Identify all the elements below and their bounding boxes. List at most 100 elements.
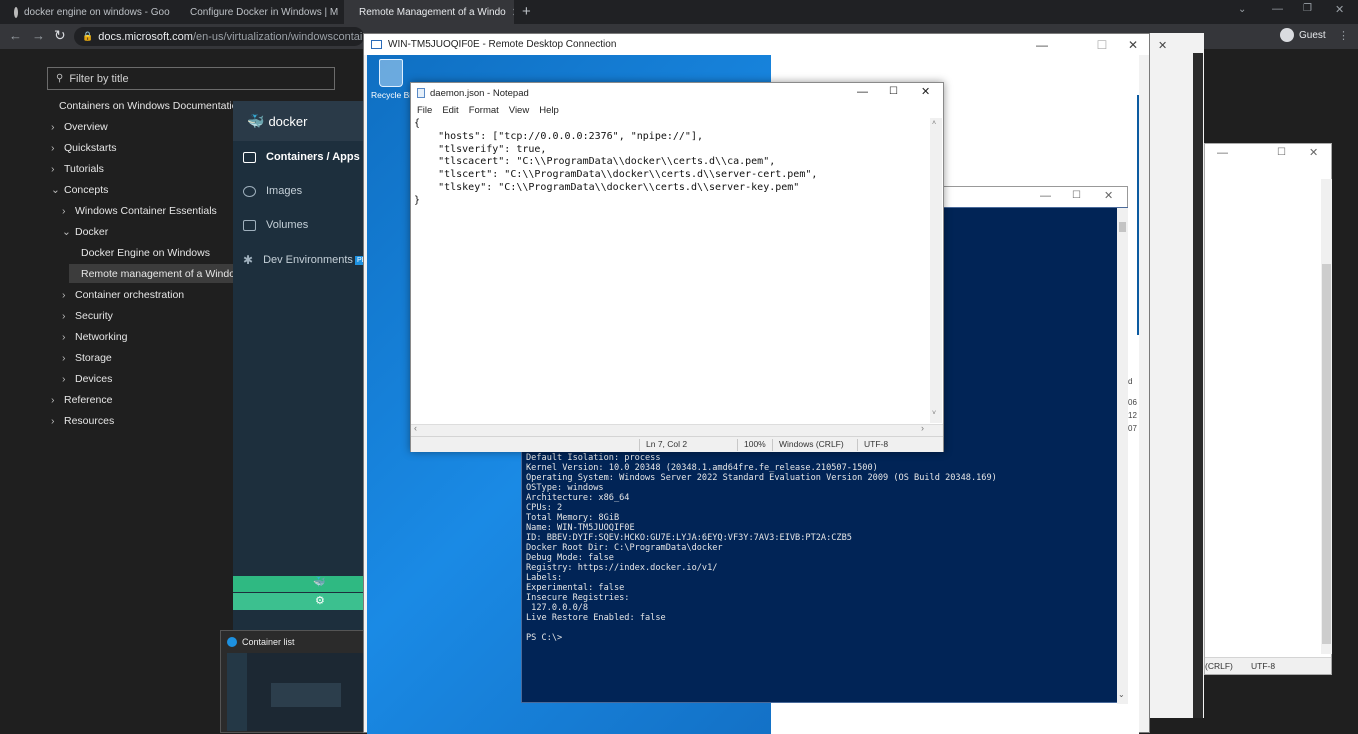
toc-item[interactable]: › Security xyxy=(62,310,113,322)
scrollbar[interactable] xyxy=(1193,53,1203,718)
toc-label: Windows Container Essentials xyxy=(75,205,217,217)
scroll-up-icon[interactable]: ˄ xyxy=(932,120,936,127)
scroll-down-icon[interactable]: ˅ xyxy=(932,410,936,417)
thumbnail-title: Container list xyxy=(227,637,295,647)
docker-nav-dev-environments[interactable]: ✱ Dev Environments PE xyxy=(243,253,369,267)
status-encoding: UTF-8 xyxy=(1251,661,1276,671)
google-icon xyxy=(14,6,18,18)
minimize-icon[interactable]: — xyxy=(1027,34,1057,55)
back-icon[interactable]: ← xyxy=(9,28,22,43)
scroll-left-icon[interactable]: ‹ xyxy=(414,423,417,433)
url-path: /en-us/virtualization/windowscontainers/ xyxy=(192,30,364,43)
status-bar: (CRLF) UTF-8 xyxy=(1205,657,1331,674)
scrollbar[interactable] xyxy=(1321,179,1332,654)
reload-icon[interactable]: ↻ xyxy=(54,27,66,44)
ps-line: Architecture: x86_64 xyxy=(526,493,630,503)
maximize-icon[interactable]: ☐ xyxy=(889,86,898,97)
docker-whale-icon: 🐳 xyxy=(247,113,265,129)
toc-item[interactable]: Remote management of a Windows xyxy=(81,268,248,280)
docker-logo: 🐳 docker xyxy=(247,113,307,130)
docker-settings-bar[interactable]: ⚙ xyxy=(233,593,365,610)
toc-item[interactable]: › Reference xyxy=(51,394,112,406)
toc-item[interactable]: › Container orchestration xyxy=(62,289,184,301)
recycle-bin[interactable]: Recycle Bin xyxy=(371,59,416,100)
docker-nav-containers[interactable]: Containers / Apps xyxy=(243,151,360,163)
horizontal-scrollbar[interactable]: ‹ › xyxy=(411,423,943,436)
browser-tab-remote-management[interactable]: Remote Management of a Windo ✕ xyxy=(344,0,514,24)
scroll-right-icon[interactable]: › xyxy=(921,423,924,433)
close-icon[interactable]: ✕ xyxy=(921,85,930,98)
profile-button[interactable]: Guest xyxy=(1280,28,1326,42)
chevron-icon: › xyxy=(62,289,66,301)
recycle-bin-label: Recycle Bin xyxy=(371,90,416,100)
menu-file[interactable]: File xyxy=(417,105,432,116)
scrollbar-thumb[interactable] xyxy=(1119,222,1126,232)
chevron-icon: › xyxy=(62,352,66,364)
chevron-icon: › xyxy=(62,373,66,385)
toc-item[interactable]: › Storage xyxy=(62,352,112,364)
ps-line: Operating System: Windows Server 2022 St… xyxy=(526,473,997,483)
ps-line: Total Memory: 8GiB xyxy=(526,513,620,523)
tab-title: Remote Management of a Windo xyxy=(359,6,506,18)
notepad-text-area[interactable]: { "hosts": ["tcp://0.0.0.0:2376", "npipe… xyxy=(414,118,936,418)
containers-icon xyxy=(243,151,256,163)
close-icon[interactable]: ✕ xyxy=(1309,146,1318,159)
ps-scrollbar[interactable]: ⌄ xyxy=(1117,208,1128,704)
menu-edit[interactable]: Edit xyxy=(442,105,458,116)
scrollbar-thumb[interactable] xyxy=(1322,264,1331,644)
toc-item[interactable]: Docker Engine on Windows xyxy=(81,247,210,259)
toc-item[interactable]: › Devices xyxy=(62,373,112,385)
tab-title: Configure Docker in Windows | M xyxy=(190,6,339,18)
close-icon[interactable]: ✕ xyxy=(1118,34,1148,55)
minimize-icon[interactable]: — xyxy=(857,86,868,98)
notepad-line: "tlscert": "C:\\ProgramData\\docker\\cer… xyxy=(414,169,818,181)
filter-icon: ⚲ xyxy=(56,73,64,84)
restore-icon[interactable]: ❐ xyxy=(1303,3,1312,14)
menu-format[interactable]: Format xyxy=(469,105,499,116)
docker-nav-images[interactable]: Images xyxy=(243,185,302,197)
toc-item[interactable]: › Resources xyxy=(51,415,114,427)
toc-item[interactable]: ⌄ Concepts xyxy=(51,184,108,196)
filter-input[interactable]: ⚲ Filter by title xyxy=(47,67,335,90)
maximize-icon[interactable]: ☐ xyxy=(1087,34,1117,55)
scroll-down-icon[interactable]: ⌄ xyxy=(1118,690,1125,699)
browser-tab-configure-docker[interactable]: Configure Docker in Windows | M ✕ xyxy=(175,0,341,24)
forward-icon[interactable]: → xyxy=(32,28,45,43)
minimize-icon[interactable]: — xyxy=(1217,147,1228,159)
menu-view[interactable]: View xyxy=(509,105,529,116)
close-icon[interactable]: ✕ xyxy=(1104,189,1113,202)
ps-line: Default Isolation: process xyxy=(526,453,661,463)
taskbar-thumbnail[interactable]: Container list xyxy=(220,630,366,733)
vertical-scrollbar[interactable]: ˄ ˅ xyxy=(930,118,942,423)
docker-header: 🐳 docker xyxy=(233,101,365,141)
profile-label: Guest xyxy=(1299,29,1326,41)
toc-root[interactable]: Containers on Windows Documentation xyxy=(59,100,243,112)
tab-search-icon[interactable]: ⌄ xyxy=(1238,4,1246,15)
toc-item[interactable]: › Tutorials xyxy=(51,163,104,175)
toc-item[interactable]: › Overview xyxy=(51,121,108,133)
toc-label: Resources xyxy=(64,415,115,427)
background-notepad-window: — ☐ ✕ (CRLF) UTF-8 xyxy=(1204,143,1332,675)
toc-item[interactable]: ⌄ Docker xyxy=(62,226,108,238)
new-tab-button[interactable]: + xyxy=(522,3,531,20)
chevron-icon: › xyxy=(51,415,55,427)
maximize-icon[interactable]: ☐ xyxy=(1072,190,1081,201)
maximize-icon[interactable]: ☐ xyxy=(1277,147,1286,158)
url-field[interactable]: 🔒 docs.microsoft.com/en-us/virtualizatio… xyxy=(74,27,364,46)
close-icon[interactable]: ✕ xyxy=(1158,39,1167,52)
minimize-icon[interactable]: — xyxy=(1272,3,1283,15)
close-window-icon[interactable]: ✕ xyxy=(1335,3,1344,16)
toc-item[interactable]: › Quickstarts xyxy=(51,142,117,154)
menu-help[interactable]: Help xyxy=(539,105,559,116)
menu-icon[interactable]: ⋮ xyxy=(1338,29,1349,42)
toc-item[interactable]: › Networking xyxy=(62,331,128,343)
close-tab-icon[interactable]: ✕ xyxy=(512,6,514,19)
partial-text: 07 xyxy=(1128,424,1137,433)
minimize-icon[interactable]: — xyxy=(1040,190,1051,202)
powershell-titlebar: — ☐ ✕ xyxy=(943,186,1128,208)
toc-item[interactable]: › Windows Container Essentials xyxy=(62,205,217,217)
docker-nav-volumes[interactable]: Volumes xyxy=(243,219,308,231)
browser-tab-google[interactable]: docker engine on windows - Goo ✕ xyxy=(6,0,172,24)
ps-line: Experimental: false xyxy=(526,583,625,593)
notepad-line: "tlsverify": true, xyxy=(414,143,547,155)
